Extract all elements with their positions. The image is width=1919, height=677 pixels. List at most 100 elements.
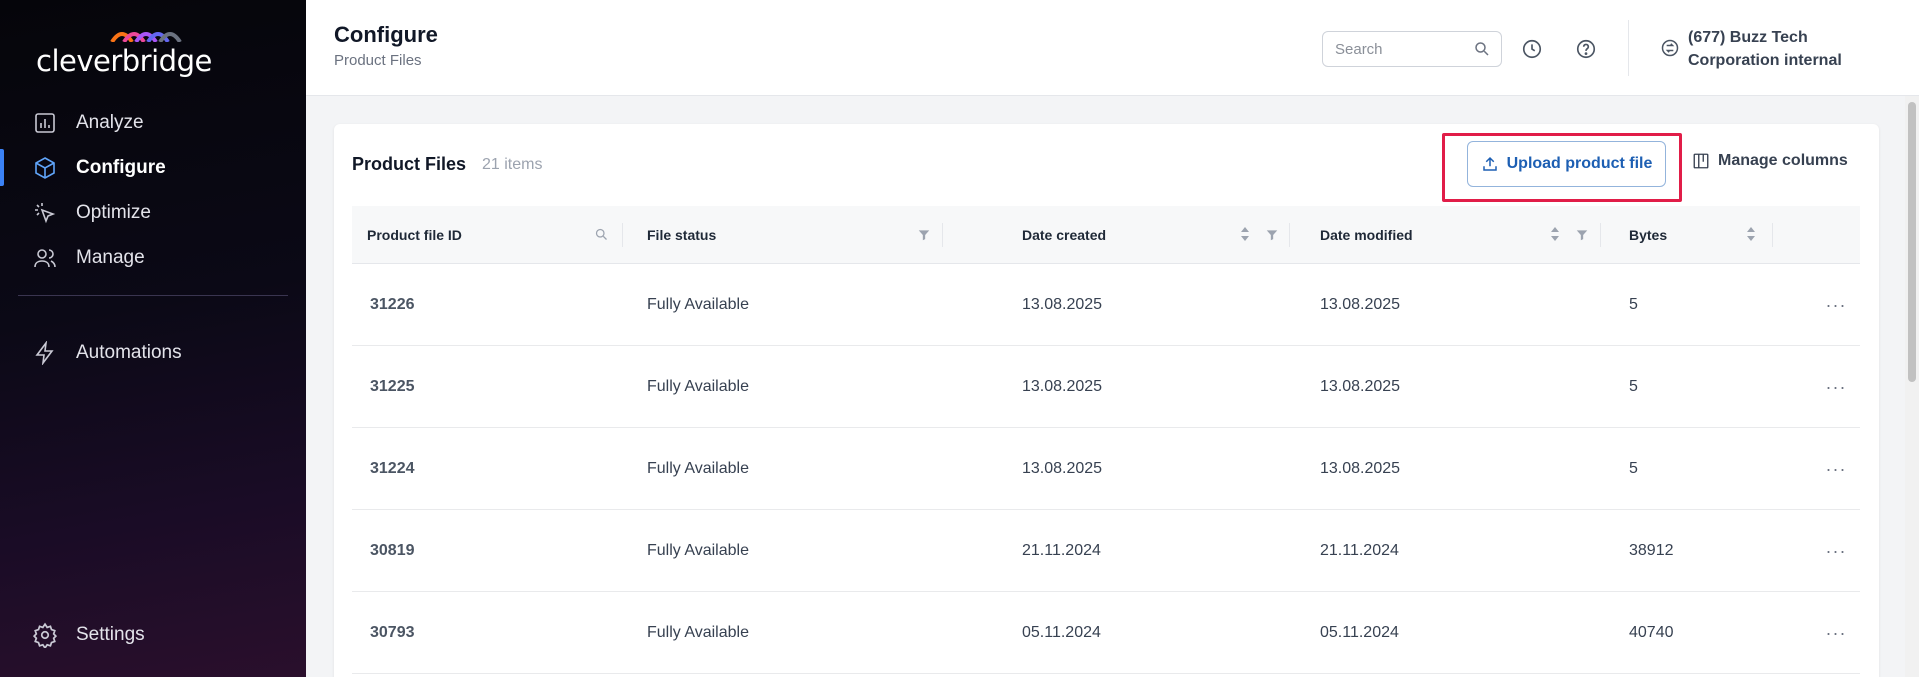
cell-date-created: 21.11.2024 <box>1022 542 1101 559</box>
cell-date-created: 13.08.2025 <box>1022 378 1103 395</box>
manage-columns-label: Manage columns <box>1718 152 1848 169</box>
sidebar-item-label: Settings <box>76 623 145 645</box>
upload-button-label: Upload product file <box>1506 155 1653 172</box>
secondary-nav: Automations <box>0 330 306 375</box>
sidebar-item-optimize[interactable]: Optimize <box>0 190 306 235</box>
cell-product-file-id[interactable]: 30819 <box>370 510 415 592</box>
sidebar: cleverbridge Analyze Configure Optimize … <box>0 0 306 677</box>
row-actions-icon[interactable]: ··· <box>1823 456 1849 482</box>
column-separator[interactable] <box>942 223 943 247</box>
columns-icon <box>1692 152 1710 170</box>
product-files-card: Product Files 21 items Upload product fi… <box>334 124 1879 677</box>
sort-icon[interactable] <box>1240 226 1250 247</box>
header-divider <box>1628 20 1629 76</box>
table-row[interactable]: 31224 Fully Available 13.08.2025 13.08.2… <box>352 428 1860 510</box>
column-header-product-file-id[interactable]: Product file ID <box>367 206 617 264</box>
lightning-icon <box>32 340 58 366</box>
upload-product-file-button[interactable]: Upload product file <box>1467 141 1666 187</box>
row-actions-icon[interactable]: ··· <box>1823 292 1849 318</box>
sidebar-item-label: Automations <box>76 341 182 363</box>
history-icon[interactable] <box>1520 37 1544 61</box>
cleverbridge-logo[interactable]: cleverbridge <box>36 26 212 78</box>
cell-product-file-id[interactable]: 31226 <box>370 264 415 346</box>
cell-bytes: 40740 <box>1629 624 1674 641</box>
scrollbar-thumb[interactable] <box>1908 102 1916 382</box>
help-icon[interactable] <box>1574 37 1598 61</box>
cell-product-file-id[interactable]: 31225 <box>370 346 415 428</box>
cell-bytes: 5 <box>1629 460 1638 477</box>
upload-icon <box>1481 155 1499 173</box>
brand-name: cleverbridge <box>36 44 212 78</box>
column-separator[interactable] <box>1600 223 1601 247</box>
switch-account-icon <box>1660 38 1680 63</box>
cell-date-modified: 05.11.2024 <box>1320 624 1399 641</box>
top-header: Configure Product Files (677) Buzz Tech … <box>306 0 1919 96</box>
sidebar-item-settings[interactable]: Settings <box>0 612 306 657</box>
cell-date-created: 13.08.2025 <box>1022 460 1103 477</box>
search-input[interactable] <box>1335 40 1465 58</box>
cell-date-modified: 13.08.2025 <box>1320 378 1401 395</box>
sidebar-item-manage[interactable]: Manage <box>0 235 306 280</box>
column-header-date-created[interactable]: Date created <box>1022 206 1222 264</box>
column-header-date-modified[interactable]: Date modified <box>1320 206 1520 264</box>
table-row[interactable]: 31225 Fully Available 13.08.2025 13.08.2… <box>352 346 1860 428</box>
table-row[interactable]: 30819 Fully Available 21.11.2024 21.11.2… <box>352 510 1860 592</box>
cell-bytes: 5 <box>1629 378 1638 395</box>
bar-chart-icon <box>32 110 58 136</box>
search-box[interactable] <box>1322 31 1502 67</box>
card-title: Product Files <box>352 154 467 174</box>
table-row[interactable]: 31226 Fully Available 13.08.2025 13.08.2… <box>352 264 1860 346</box>
manage-columns-button[interactable]: Manage columns <box>1692 152 1848 170</box>
account-name: (677) Buzz Tech Corporation internal <box>1688 29 1842 69</box>
sidebar-item-label: Manage <box>76 246 145 268</box>
filter-icon[interactable] <box>1575 228 1589 247</box>
cell-bytes: 5 <box>1629 296 1638 313</box>
column-search-icon[interactable] <box>594 227 609 247</box>
filter-icon[interactable] <box>1265 228 1279 247</box>
sort-icon[interactable] <box>1550 226 1560 247</box>
sidebar-item-analyze[interactable]: Analyze <box>0 100 306 145</box>
search-icon[interactable] <box>1473 40 1491 63</box>
row-actions-icon[interactable]: ··· <box>1823 538 1849 564</box>
users-icon <box>32 245 58 271</box>
breadcrumb[interactable]: Product Files <box>334 52 422 69</box>
page-title: Configure <box>334 22 438 47</box>
sidebar-item-automations[interactable]: Automations <box>0 330 306 375</box>
cell-file-status: Fully Available <box>647 624 749 641</box>
cell-product-file-id[interactable]: 31224 <box>370 428 415 510</box>
column-separator[interactable] <box>1772 223 1773 247</box>
table-row[interactable]: 30793 Fully Available 05.11.2024 05.11.2… <box>352 592 1860 674</box>
row-actions-icon[interactable]: ··· <box>1823 374 1849 400</box>
gear-icon <box>32 622 58 648</box>
sidebar-item-label: Configure <box>76 156 166 178</box>
sidebar-item-configure[interactable]: Configure <box>0 145 306 190</box>
cursor-click-icon <box>32 200 58 226</box>
column-separator[interactable] <box>1289 223 1290 247</box>
cell-bytes: 38912 <box>1629 542 1674 559</box>
cell-date-created: 05.11.2024 <box>1022 624 1101 641</box>
column-header-bytes[interactable]: Bytes <box>1629 206 1749 264</box>
cell-file-status: Fully Available <box>647 378 749 395</box>
account-switcher[interactable]: (677) Buzz Tech Corporation internal <box>1660 26 1858 72</box>
table-header: Product file ID File status Date created <box>352 206 1860 264</box>
cell-product-file-id[interactable]: 30793 <box>370 592 415 674</box>
item-count: 21 items <box>482 156 543 173</box>
filter-icon[interactable] <box>917 228 931 247</box>
cell-date-modified: 21.11.2024 <box>1320 542 1399 559</box>
cell-file-status: Fully Available <box>647 542 749 559</box>
cell-date-modified: 13.08.2025 <box>1320 296 1401 313</box>
logo-arcs-icon <box>110 32 182 42</box>
settings-nav: Settings <box>0 612 306 657</box>
page-scrollbar[interactable] <box>1905 96 1919 677</box>
product-files-table: Product file ID File status Date created <box>352 206 1860 674</box>
column-separator[interactable] <box>622 223 623 247</box>
cell-date-modified: 13.08.2025 <box>1320 460 1401 477</box>
cell-date-created: 13.08.2025 <box>1022 296 1103 313</box>
cube-icon <box>32 155 58 181</box>
sidebar-divider <box>18 295 288 296</box>
sidebar-item-label: Optimize <box>76 201 151 223</box>
sort-icon[interactable] <box>1746 226 1756 247</box>
row-actions-icon[interactable]: ··· <box>1823 620 1849 646</box>
column-header-file-status[interactable]: File status <box>647 206 927 264</box>
cell-file-status: Fully Available <box>647 460 749 477</box>
